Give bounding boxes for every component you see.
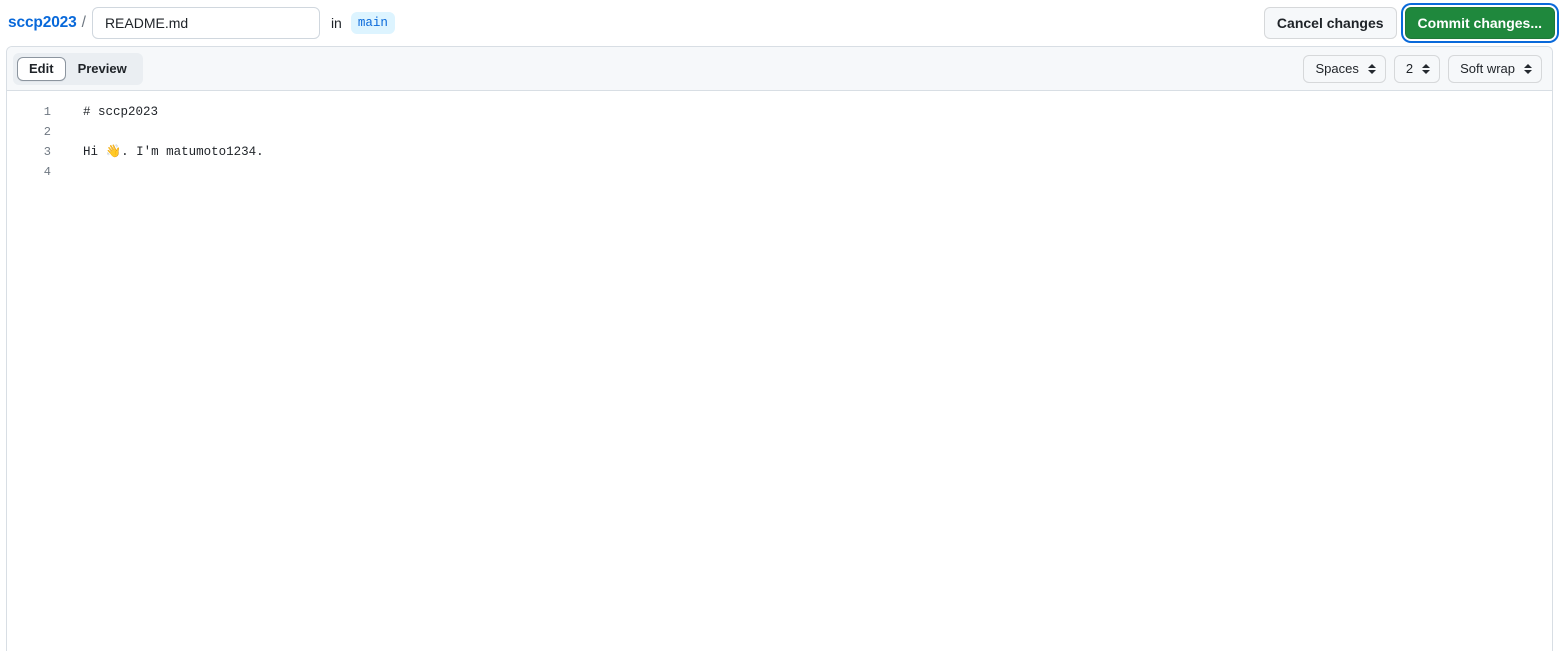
filename-input[interactable]	[91, 7, 320, 39]
code-content[interactable]: # sccp2023 Hi 👋. I'm matumoto1234.	[63, 91, 1552, 651]
code-editor[interactable]: 1 2 3 4 # sccp2023 Hi 👋. I'm matumoto123…	[7, 91, 1552, 651]
line-number: 4	[43, 165, 51, 179]
line-number: 3	[43, 145, 51, 159]
breadcrumb: sccp2023 / in main	[8, 7, 395, 39]
wrap-mode-value: Soft wrap	[1460, 60, 1515, 76]
chevron-updown-icon	[1523, 62, 1533, 76]
in-label: in	[330, 15, 342, 31]
chevron-updown-icon	[1421, 62, 1431, 76]
wrap-mode-select[interactable]: Soft wrap	[1448, 54, 1542, 83]
page-header: sccp2023 / in main Cancel changes Commit…	[0, 0, 1567, 46]
tab-edit[interactable]: Edit	[17, 56, 66, 81]
header-actions: Cancel changes Commit changes...	[1263, 7, 1555, 39]
editor-toolbar: Edit Preview Spaces 2 Soft wrap	[7, 47, 1552, 91]
editor-settings: Spaces 2 Soft wrap	[1303, 54, 1542, 83]
commit-changes-button[interactable]: Commit changes...	[1404, 7, 1555, 39]
code-line: # sccp2023	[83, 105, 159, 119]
line-number-gutter: 1 2 3 4	[7, 91, 63, 651]
indent-mode-value: Spaces	[1315, 60, 1359, 76]
line-number: 2	[43, 125, 51, 139]
indent-size-value: 2	[1405, 60, 1414, 76]
cancel-changes-button[interactable]: Cancel changes	[1263, 7, 1397, 39]
repository-link[interactable]: sccp2023	[8, 14, 77, 32]
breadcrumb-separator: /	[81, 14, 86, 31]
branch-badge: main	[350, 12, 395, 34]
indent-size-select[interactable]: 2	[1393, 54, 1441, 83]
edit-preview-tabs: Edit Preview	[13, 52, 143, 85]
tab-preview[interactable]: Preview	[66, 57, 139, 81]
editor-panel: Edit Preview Spaces 2 Soft wrap 1 2 3 4 …	[6, 46, 1553, 651]
chevron-updown-icon	[1367, 62, 1377, 76]
line-number: 1	[43, 105, 51, 119]
code-line: Hi 👋. I'm matumoto1234.	[83, 145, 264, 159]
indent-mode-select[interactable]: Spaces	[1303, 54, 1386, 83]
